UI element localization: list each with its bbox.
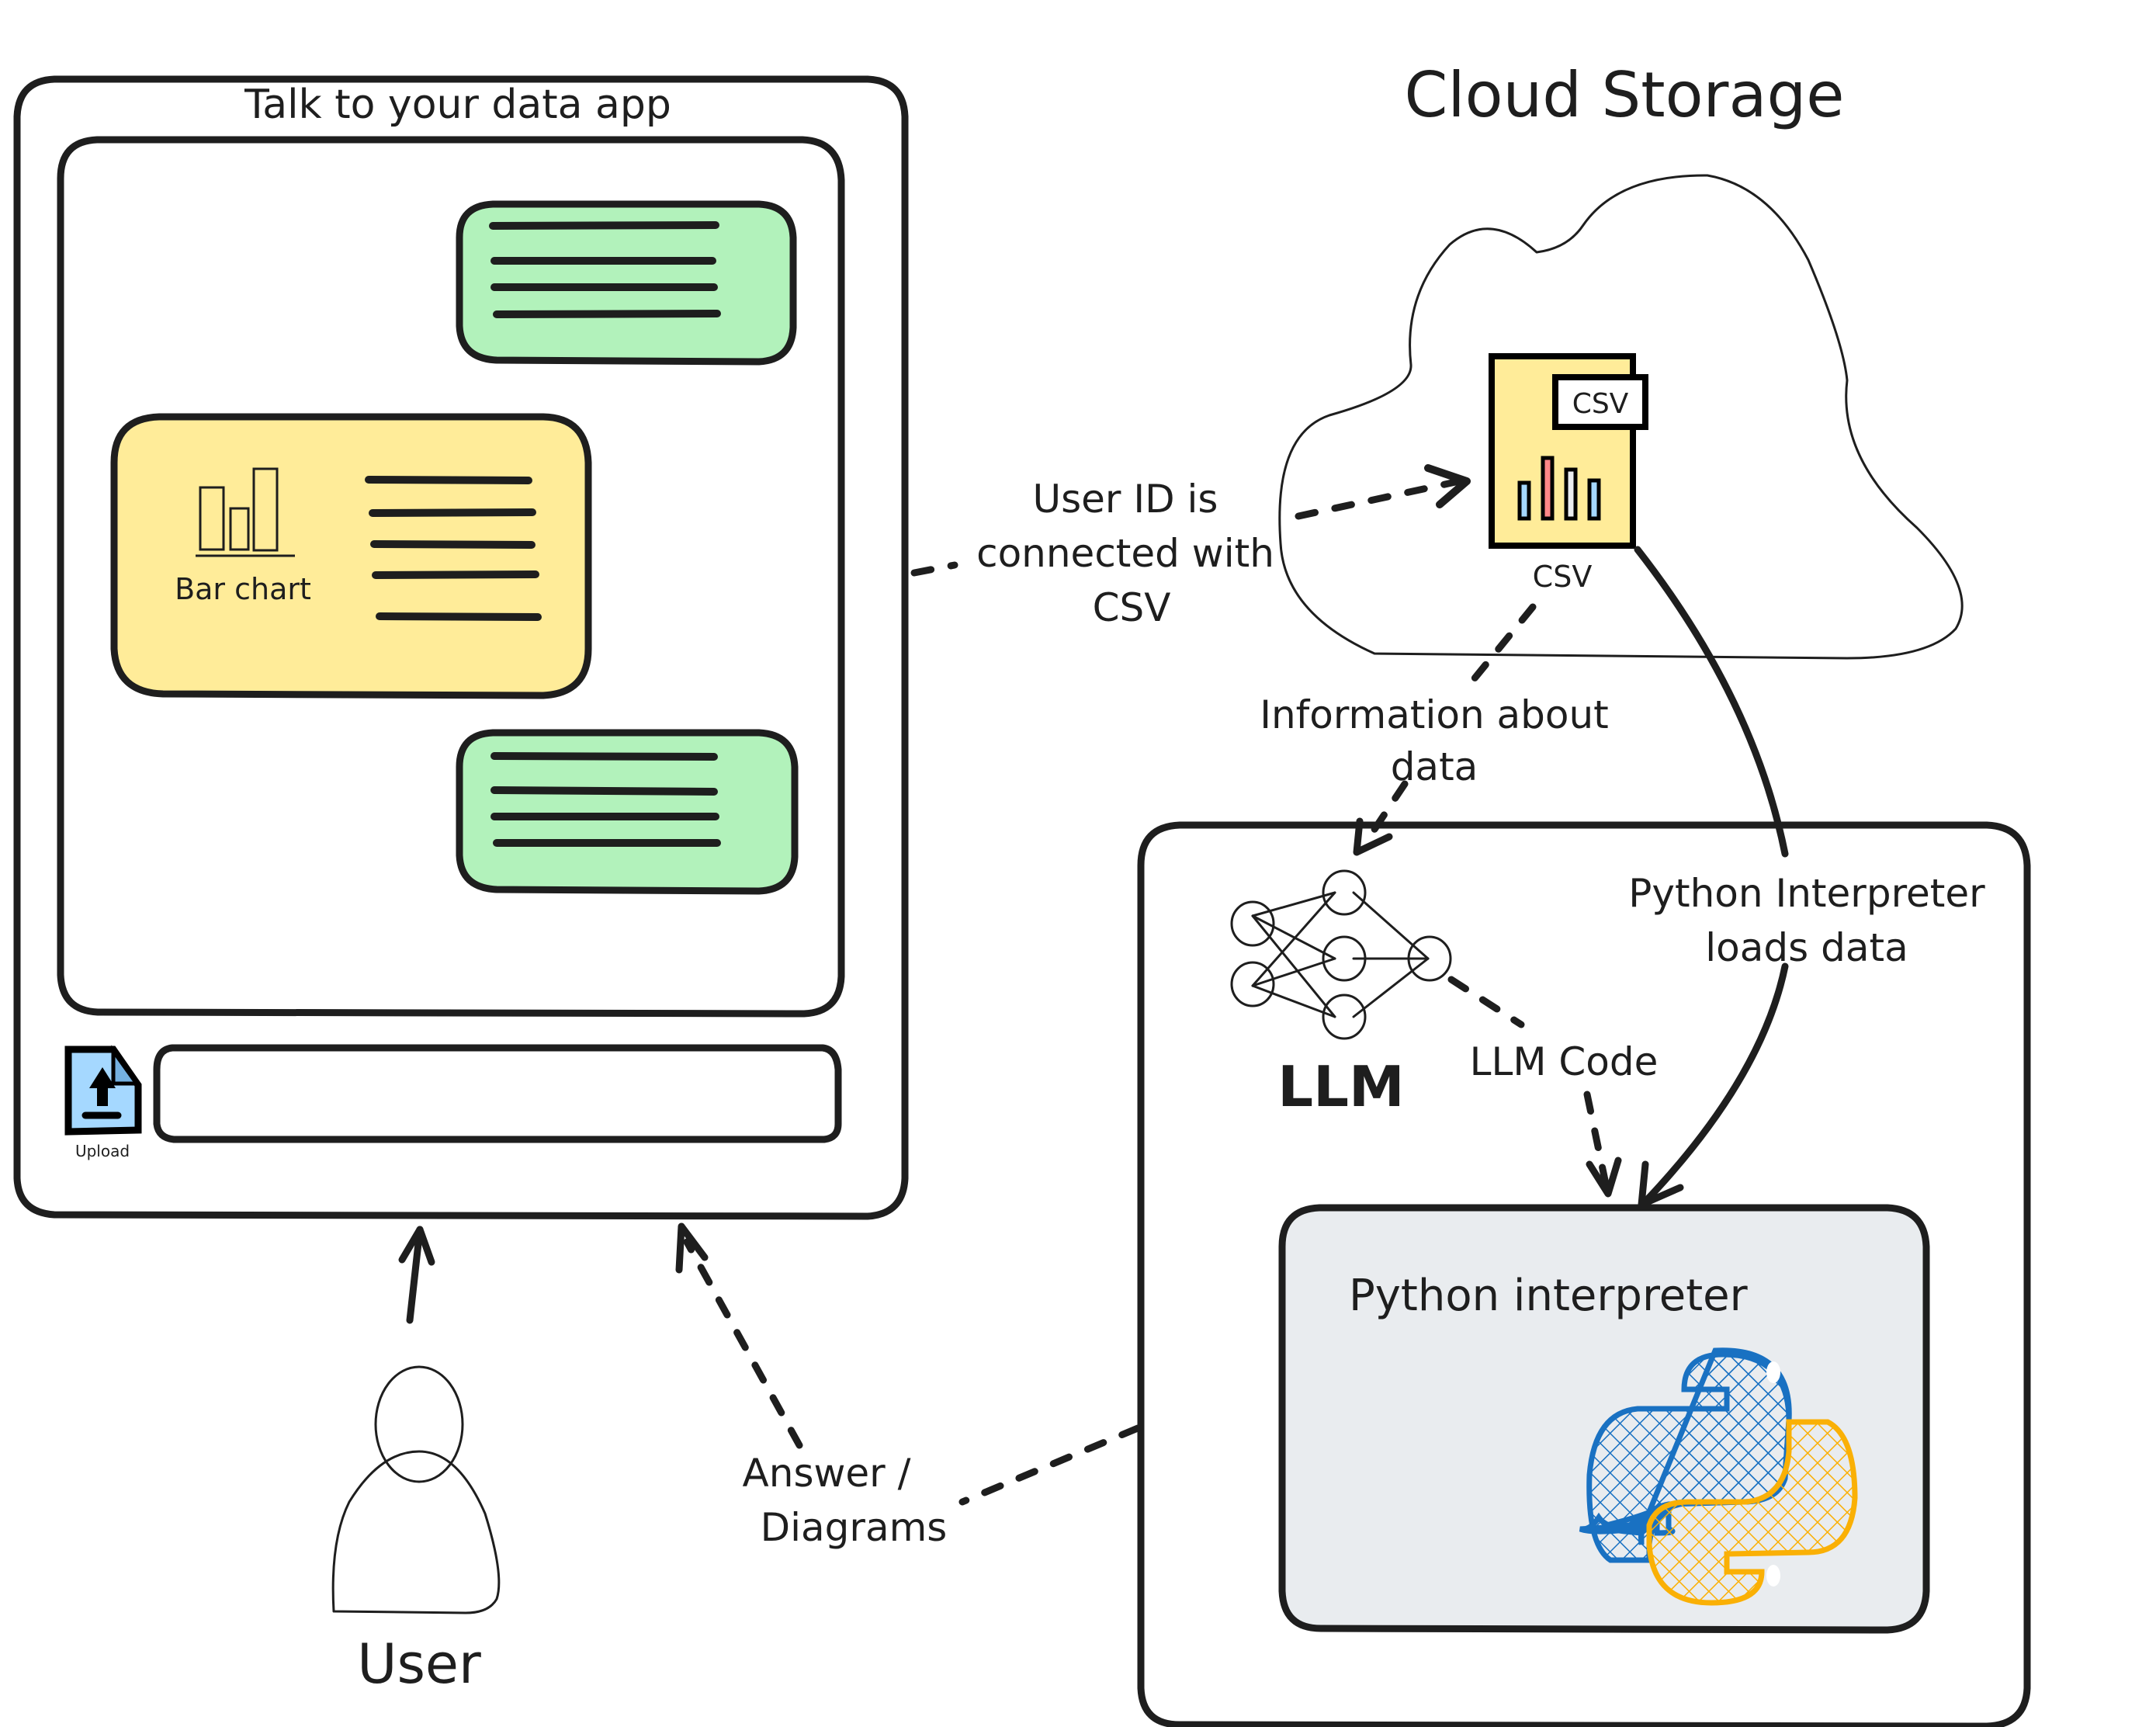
user-actor: User: [331, 1365, 501, 1696]
user-body-icon: [331, 1450, 501, 1614]
cloud-storage-title: Cloud Storage: [1405, 59, 1845, 131]
user-label: User: [357, 1632, 481, 1696]
text-line: [490, 752, 718, 761]
loads-label-line-2: loads data: [1705, 925, 1908, 970]
csv-file[interactable]: CSV CSV: [1489, 353, 1648, 594]
app-window: Talk to your data app Bar chart Upload: [13, 75, 909, 1220]
info-about-data-edge: Information about data: [1260, 603, 1609, 856]
app-title: Talk to your data app: [244, 81, 671, 128]
architecture-diagram: Talk to your data app Bar chart Upload U…: [13, 59, 2031, 1727]
user-head-icon: [374, 1365, 464, 1483]
chat-input-field[interactable]: [153, 1044, 842, 1143]
chat-message-user-1[interactable]: [456, 200, 797, 366]
csv-caption: CSV: [1533, 560, 1593, 594]
chart-label: Bar chart: [175, 572, 311, 606]
llm-neural-network-icon: [1230, 869, 1452, 1040]
answer-edge: Answer / Diagrams: [675, 1222, 1142, 1550]
chat-message-user-2[interactable]: [456, 729, 799, 895]
answer-label-line-2: Diagrams: [761, 1505, 948, 1550]
answer-label-line-1: Answer /: [743, 1451, 911, 1496]
user-id-label-line-3: CSV: [1093, 585, 1171, 630]
llm-code-edge: LLM Code: [1447, 976, 1659, 1198]
loads-label-line-1: Python Interpreter: [1628, 871, 1985, 916]
text-line: [369, 508, 536, 517]
text-line: [490, 786, 718, 796]
upload-button[interactable]: Upload: [64, 1045, 142, 1160]
csv-badge-text: CSV: [1572, 388, 1629, 420]
llm-code-label: LLM Code: [1470, 1039, 1659, 1084]
user-id-label-line-2: connected with: [976, 531, 1274, 576]
upload-label: Upload: [75, 1142, 130, 1160]
info-label-line-2: data: [1391, 744, 1478, 789]
info-label-line-1: Information about: [1260, 692, 1609, 737]
user-id-edge: User ID is connected with CSV: [910, 464, 1471, 630]
file-corner-fold: [111, 1045, 140, 1086]
loads-data-edge: Python Interpreter loads data: [1628, 546, 1985, 1209]
llm-label: LLM: [1277, 1054, 1404, 1119]
python-interpreter: Python interpreter: [1278, 1204, 1930, 1634]
user-id-label-line-1: User ID is: [1033, 477, 1218, 522]
text-line: [370, 540, 536, 549]
interpreter-title: Python interpreter: [1349, 1271, 1749, 1321]
text-line: [489, 221, 719, 230]
chat-input[interactable]: [153, 1044, 842, 1143]
text-line: [372, 570, 539, 579]
message-bubble: [110, 413, 592, 699]
user-to-app-arrow: [398, 1226, 435, 1324]
chat-message-assistant-chart[interactable]: Bar chart: [110, 413, 592, 699]
text-line: [376, 612, 542, 621]
